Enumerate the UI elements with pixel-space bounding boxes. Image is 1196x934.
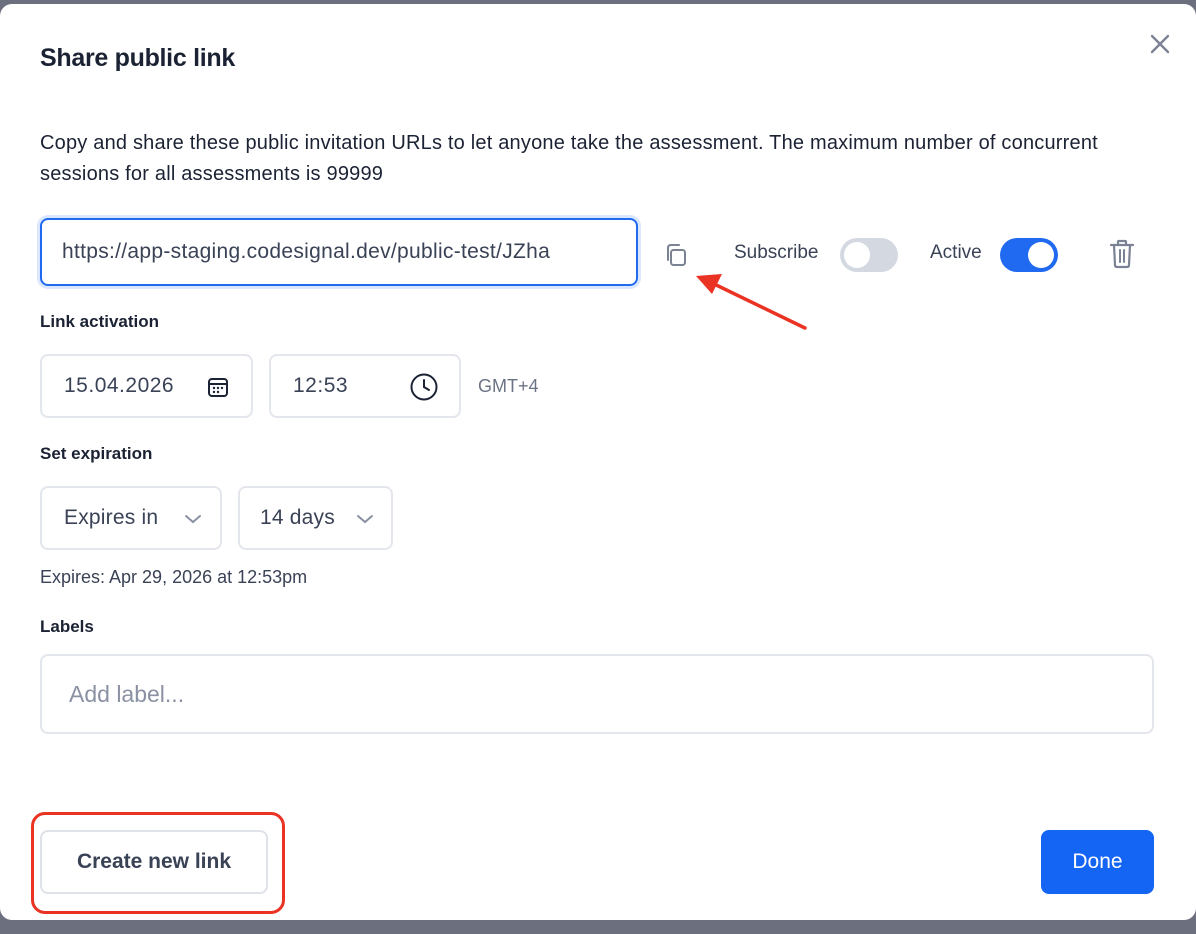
subscribe-toggle[interactable]	[840, 238, 898, 272]
active-toggle[interactable]	[1000, 238, 1058, 272]
clock-icon[interactable]	[409, 372, 439, 407]
calendar-icon[interactable]	[207, 376, 229, 403]
expiration-mode-value: Expires in	[64, 506, 159, 529]
add-label-input[interactable]	[42, 656, 1152, 732]
close-icon[interactable]	[1146, 30, 1174, 58]
expiration-note: Expires: Apr 29, 2026 at 12:53pm	[40, 567, 308, 587]
toggle-knob	[1028, 242, 1054, 268]
activation-time-field[interactable]: 12:53	[269, 354, 461, 418]
done-button[interactable]: Done	[1041, 830, 1154, 894]
labels-field[interactable]	[40, 654, 1154, 734]
active-label: Active	[930, 242, 982, 263]
set-expiration-label: Set expiration	[40, 444, 153, 463]
activation-time-value: 12:53	[293, 374, 349, 397]
public-url-input[interactable]	[42, 220, 636, 284]
link-activation-label: Link activation	[40, 312, 160, 331]
chevron-down-icon	[356, 512, 374, 530]
dialog-description: Copy and share these public invitation U…	[40, 132, 1098, 185]
trash-icon[interactable]	[1108, 238, 1136, 270]
dialog-title: Share public link	[40, 44, 235, 72]
expiration-duration-select[interactable]: 14 days	[238, 486, 393, 550]
public-url-field[interactable]	[40, 218, 638, 286]
activation-date-value: 15.04.2026	[64, 374, 175, 397]
copy-icon[interactable]	[662, 240, 690, 270]
labels-label: Labels	[40, 617, 94, 636]
activation-date-field[interactable]: 15.04.2026	[40, 354, 253, 418]
expiration-duration-value: 14 days	[260, 506, 335, 529]
subscribe-label: Subscribe	[734, 242, 819, 263]
expiration-mode-select[interactable]: Expires in	[40, 486, 222, 550]
timezone-label: GMT+4	[478, 376, 539, 396]
share-public-link-dialog: Share public link Copy and share these p…	[0, 4, 1196, 920]
create-new-link-button[interactable]: Create new link	[40, 830, 268, 894]
chevron-down-icon	[184, 512, 202, 530]
toggle-knob	[844, 242, 870, 268]
annotation-arrow	[696, 274, 807, 330]
